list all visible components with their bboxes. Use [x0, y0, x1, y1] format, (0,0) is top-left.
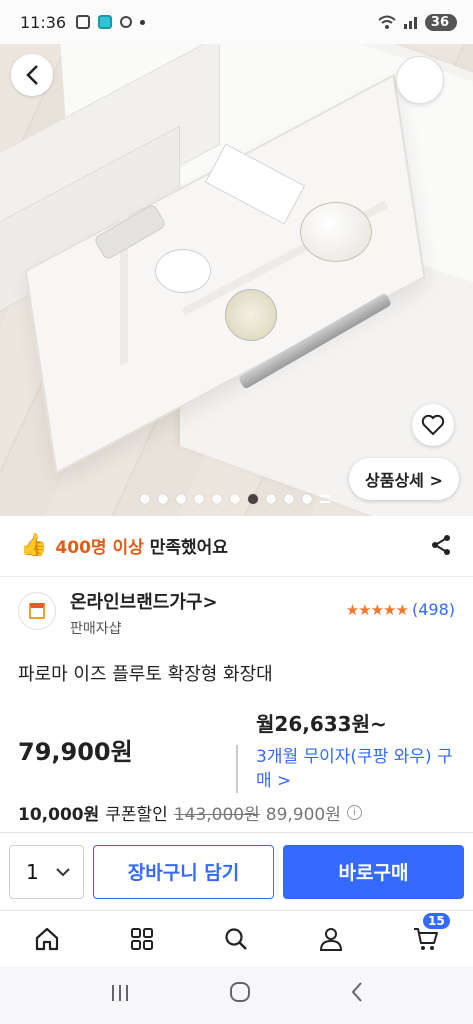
search-icon	[225, 927, 248, 950]
carousel-dot[interactable]	[140, 494, 150, 504]
store-icon	[29, 603, 45, 619]
system-navigation	[0, 966, 473, 1024]
purchase-bar: 1 장바구니 담기 바로구매	[0, 832, 473, 910]
satisfaction-text: 만족했어요	[149, 537, 228, 558]
share-icon[interactable]	[429, 533, 453, 557]
carousel-dot[interactable]	[302, 494, 312, 504]
back-button[interactable]	[11, 54, 53, 96]
satisfaction-count: 400명 이상	[55, 537, 144, 558]
nav-my-account[interactable]	[311, 919, 351, 959]
security-icon	[120, 16, 133, 28]
coupon-amount: 10,000원	[18, 805, 100, 825]
carousel-dot[interactable]	[230, 494, 240, 504]
info-icon[interactable]: i	[346, 805, 362, 820]
status-bar: 11:36 36	[0, 0, 473, 44]
screenshot-icon	[76, 15, 91, 29]
brand-row[interactable]: 온라인브랜드가구> 판매자샵 ★★★★★ (498)	[0, 584, 473, 644]
status-notification-icons	[76, 15, 146, 29]
chevron-down-icon	[56, 867, 70, 876]
grid-icon	[130, 927, 153, 950]
recent-apps-icon	[111, 984, 128, 1001]
battery-indicator: 36	[424, 13, 457, 31]
carousel-more-icon	[320, 495, 330, 503]
rating[interactable]: ★★★★★ (498)	[346, 600, 455, 619]
nav-cart[interactable]: 15	[406, 912, 450, 959]
section-divider	[0, 576, 473, 577]
wishlist-button[interactable]	[412, 404, 454, 446]
home-circle-icon	[229, 982, 250, 1002]
signal-icon	[403, 17, 417, 29]
product-detail-button[interactable]: 상품상세 >	[349, 458, 459, 500]
carousel-dot[interactable]	[284, 494, 294, 504]
wifi-icon	[378, 15, 396, 29]
installment-info[interactable]: 월26,633원~ 3개월 무이자(쿠팡 와우) 구매 >	[236, 708, 456, 793]
cart-count-badge: 15	[422, 912, 450, 929]
heart-icon	[421, 414, 445, 436]
system-back-button[interactable]	[350, 981, 364, 1009]
quantity-select[interactable]: 1	[9, 844, 84, 899]
home-button[interactable]	[229, 981, 251, 1009]
user-icon	[320, 927, 343, 951]
product-image-carousel[interactable]: 상품상세 >	[0, 44, 473, 516]
carousel-indicator	[140, 494, 330, 504]
status-time: 11:36	[20, 12, 67, 32]
add-to-cart-button[interactable]: 장바구니 담기	[93, 844, 274, 899]
carousel-dot[interactable]	[266, 494, 276, 504]
coupon-row: 10,000원 쿠폰할인 143,000원 89,900원 i	[18, 800, 362, 825]
recent-apps-button[interactable]	[110, 983, 130, 1008]
review-count[interactable]: (498)	[412, 600, 455, 619]
product-title: 파로마 이즈 플루토 확장형 화장대	[18, 664, 273, 685]
original-price: 143,000원	[173, 805, 260, 825]
carousel-dot-active[interactable]	[248, 494, 258, 504]
carousel-dot[interactable]	[176, 494, 186, 504]
image-perfume	[225, 289, 277, 341]
more-notifications-dot-icon	[140, 19, 146, 25]
satisfaction-row: 👍 400명 이상 만족했어요	[0, 516, 473, 574]
image-cream	[300, 202, 372, 262]
nav-categories[interactable]	[122, 919, 162, 959]
chevron-left-icon	[26, 65, 38, 85]
brand-subtitle: 판매자샵	[70, 621, 122, 637]
nav-home[interactable]	[27, 919, 67, 959]
star-rating-icon: ★★★★★	[345, 600, 409, 619]
brand-name-link[interactable]: 온라인브랜드가구>	[70, 588, 218, 614]
status-right: 36	[377, 13, 457, 31]
sale-price: 79,900원	[18, 738, 133, 766]
monthly-price: 월26,633원~	[256, 712, 387, 736]
brand-logo	[18, 592, 56, 630]
cart-icon	[413, 927, 438, 950]
image-jar-top	[396, 56, 444, 104]
carousel-dot[interactable]	[158, 494, 168, 504]
price-before-coupon: 89,900원	[265, 805, 341, 825]
coupon-label: 쿠폰할인	[105, 805, 168, 825]
image-jar	[155, 249, 211, 293]
home-icon	[36, 927, 59, 950]
back-arrow-icon	[351, 982, 362, 1002]
thumbs-up-icon: 👍	[20, 532, 48, 558]
app-notification-icon	[98, 15, 113, 29]
buy-now-button[interactable]: 바로구매	[283, 844, 464, 899]
installment-link[interactable]: 3개월 무이자(쿠팡 와우) 구매 >	[236, 745, 456, 793]
bottom-navigation: 15	[0, 910, 473, 966]
quantity-value: 1	[26, 859, 39, 884]
nav-search[interactable]	[216, 919, 256, 959]
carousel-dot[interactable]	[194, 494, 204, 504]
carousel-dot[interactable]	[212, 494, 222, 504]
